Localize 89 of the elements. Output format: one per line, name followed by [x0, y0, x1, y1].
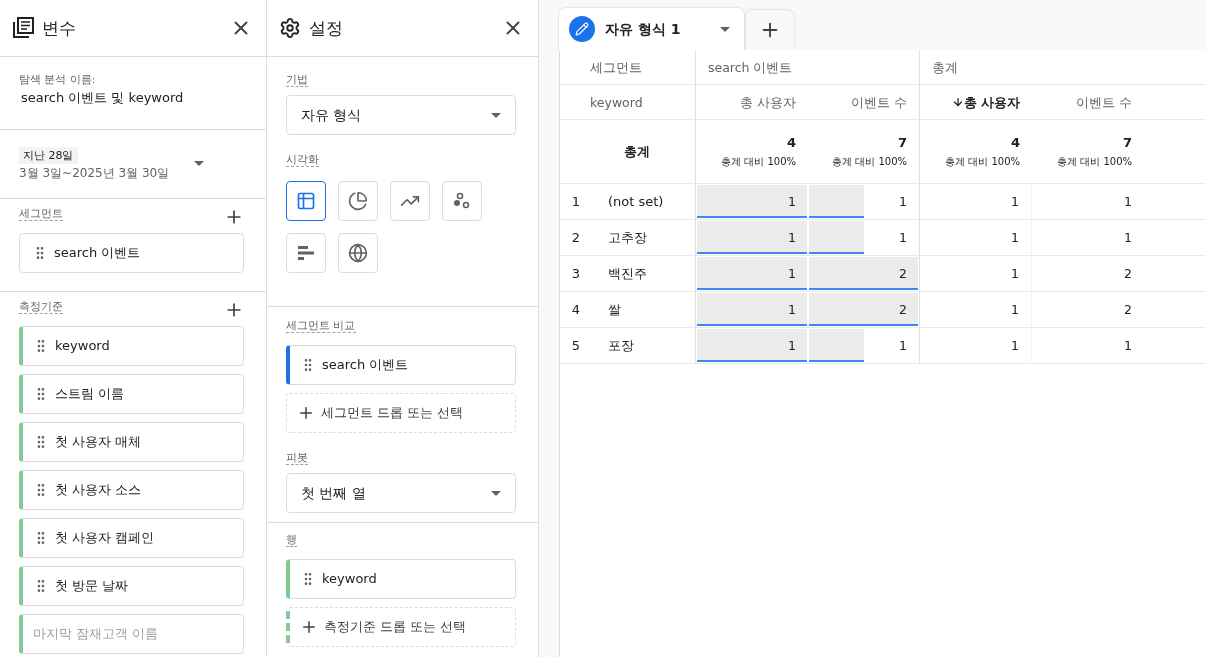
- keyword-cell: 고추장: [608, 229, 647, 246]
- column-header: 세그먼트: [560, 50, 696, 84]
- keyword-cell: 백진주: [608, 265, 647, 282]
- technique-label: 기법: [286, 73, 308, 88]
- dimension-chip[interactable]: 첫 방문 날짜: [19, 566, 244, 606]
- metric-value: 1: [788, 194, 796, 209]
- library-icon: [12, 17, 34, 39]
- visualization-button[interactable]: [286, 181, 326, 222]
- column-header[interactable]: 이벤트 수: [808, 85, 920, 119]
- dimension-chip[interactable]: keyword: [19, 326, 244, 366]
- total-share: 총계 대비 100%: [945, 156, 1020, 169]
- exploration-name-label: 탐색 분석 이름:: [19, 73, 97, 86]
- scatter-icon: [453, 192, 471, 211]
- sort-arrow-icon: [951, 96, 964, 108]
- metric-value: 1: [1124, 230, 1132, 245]
- globe-icon: [348, 243, 368, 264]
- segment-header: search 이벤트: [696, 50, 920, 84]
- technique-select[interactable]: 자유 형식: [286, 95, 516, 136]
- date-preset-chip: 지난 28일: [19, 147, 78, 165]
- total-share: 총계 대비 100%: [832, 156, 907, 169]
- metric-value: 2: [1124, 302, 1132, 317]
- metric-value: 2: [899, 266, 907, 281]
- pivot-label: 피봇: [286, 451, 308, 466]
- rows-label: 행: [286, 533, 297, 548]
- metric-value: 1: [1011, 302, 1019, 317]
- metric-value: 1: [1011, 230, 1019, 245]
- add-tab-button[interactable]: [746, 10, 794, 50]
- keyword-cell: 쌀: [608, 301, 621, 318]
- metric-value: 1: [788, 302, 796, 317]
- segment-chip[interactable]: search 이벤트: [19, 233, 244, 273]
- metric-value: 1: [1124, 194, 1132, 209]
- metric-value: 1: [788, 266, 796, 281]
- visualization-label: 시각화: [286, 153, 319, 168]
- total-value: 7: [897, 134, 907, 151]
- segment-header: 총계: [931, 58, 959, 77]
- metric-value: 1: [899, 194, 907, 209]
- row-dimension-chip[interactable]: keyword: [286, 559, 516, 600]
- row-number: 4: [570, 301, 582, 318]
- metric-value: 1: [788, 230, 796, 245]
- metric-value: 1: [1124, 338, 1132, 353]
- row-number: 1: [570, 193, 582, 210]
- panel-title: 변수: [42, 17, 77, 39]
- column-header[interactable]: 이벤트 수: [1032, 85, 1144, 119]
- total-value: 7: [1122, 134, 1132, 151]
- metric-value: 1: [1011, 194, 1019, 209]
- bar-chart-icon: [298, 246, 314, 261]
- total-value: 4: [786, 134, 796, 151]
- dimension-drop-zone[interactable]: 측정기준 드롭 또는 선택: [286, 607, 516, 648]
- dropdown-caret-icon[interactable]: [491, 490, 501, 496]
- pie-chart-icon: [348, 191, 368, 212]
- row-number: 3: [570, 265, 582, 282]
- metric-value: 1: [1011, 338, 1019, 353]
- total-share: 총계 대비 100%: [1057, 156, 1132, 169]
- totals-label: 총계: [560, 120, 696, 183]
- panel-title: 설정: [309, 17, 344, 39]
- pivot-select[interactable]: 첫 번째 열: [286, 473, 516, 514]
- dimension-chip[interactable]: 첫 사용자 소스: [19, 470, 244, 510]
- row-number: 2: [570, 229, 582, 246]
- dropdown-caret-icon[interactable]: [720, 26, 730, 32]
- metric-value: 2: [899, 302, 907, 317]
- column-header[interactable]: 총 사용자: [696, 85, 808, 119]
- metric-value: 1: [899, 338, 907, 353]
- dropdown-caret-icon[interactable]: [194, 161, 204, 167]
- metric-value: 1: [899, 230, 907, 245]
- dropdown-caret-icon[interactable]: [491, 112, 501, 118]
- segment-comparison-label: 세그먼트 비교: [286, 319, 356, 334]
- segments-label: 세그먼트: [19, 207, 63, 222]
- settings-icon: [279, 17, 301, 39]
- keyword-cell: 포장: [608, 337, 634, 354]
- metric-value: 1: [788, 338, 796, 353]
- keyword-cell: (not set): [608, 193, 664, 210]
- metric-value: 2: [1124, 266, 1132, 281]
- row-number: 5: [570, 337, 582, 354]
- exploration-name[interactable]: search 이벤트 및 keyword: [19, 89, 244, 106]
- tab[interactable]: 자유 형식 1: [559, 8, 744, 50]
- metric-value: 1: [1011, 266, 1019, 281]
- pencil-icon: [569, 16, 595, 42]
- table-icon: [296, 191, 316, 212]
- dimensions-label: 측정기준: [19, 300, 63, 315]
- column-header: keyword: [560, 85, 696, 119]
- dimension-chip[interactable]: 첫 사용자 캠페인: [19, 518, 244, 558]
- total-share: 총계 대비 100%: [721, 156, 796, 169]
- segment-chip[interactable]: search 이벤트: [286, 345, 516, 386]
- column-header[interactable]: 총 사용자: [920, 85, 1032, 119]
- segment-drop-zone[interactable]: 세그먼트 드롭 또는 선택: [286, 393, 516, 434]
- total-value: 4: [1010, 134, 1020, 151]
- dimension-chip[interactable]: 스트림 이름: [19, 374, 244, 414]
- dimension-chip[interactable]: 첫 사용자 매체: [19, 422, 244, 462]
- date-range[interactable]: 3월 3일~2025년 3월 30일: [19, 166, 170, 181]
